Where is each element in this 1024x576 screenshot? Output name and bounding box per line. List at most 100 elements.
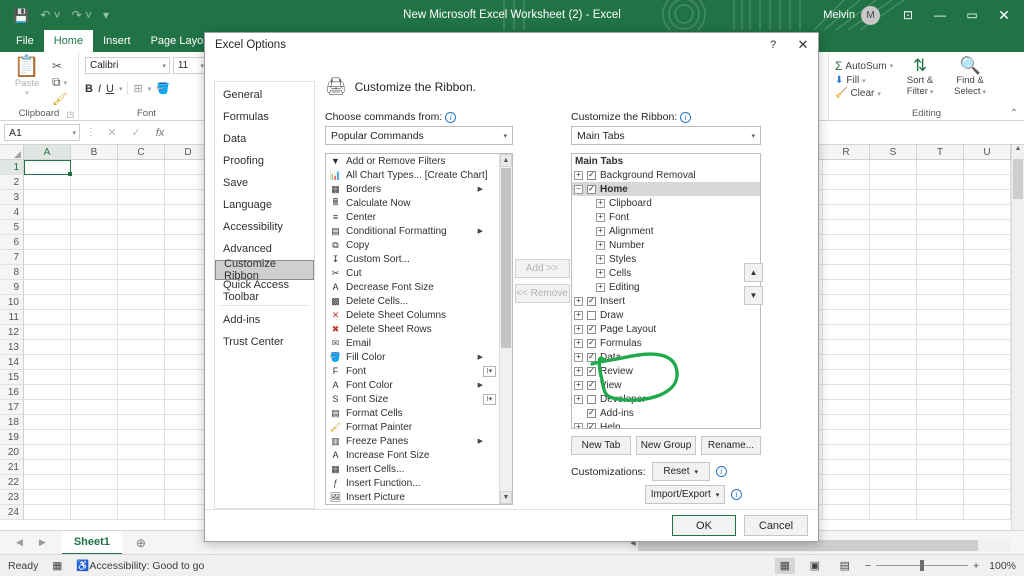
submenu-arrow-icon[interactable]: ▶ (478, 185, 483, 193)
font-name-combobox[interactable]: Calibri ▾ (85, 57, 170, 74)
grid-cell[interactable] (917, 175, 964, 190)
info-icon[interactable]: i (680, 112, 691, 123)
command-list-item[interactable]: ▩Delete Cells... (326, 294, 499, 308)
grid-cell[interactable] (71, 460, 118, 475)
previous-sheet-icon[interactable]: ◀ (16, 537, 23, 548)
grid-cell[interactable] (823, 385, 870, 400)
ribbon-tree-item-add-ins[interactable]: Add-ins (572, 406, 760, 420)
restore-icon[interactable]: ▭ (956, 0, 988, 30)
grid-cell[interactable] (964, 250, 1011, 265)
grid-cell[interactable] (917, 160, 964, 175)
row-header[interactable]: 20 (0, 445, 23, 460)
grid-cell[interactable] (870, 175, 917, 190)
expand-node-icon[interactable]: + (596, 269, 605, 278)
grid-cell[interactable] (823, 280, 870, 295)
grid-cell[interactable] (964, 475, 1011, 490)
grid-cell[interactable] (823, 445, 870, 460)
grid-cell[interactable] (917, 205, 964, 220)
grid-cell[interactable] (118, 340, 165, 355)
scroll-up-icon[interactable]: ▲ (1012, 145, 1024, 158)
format-painter-button[interactable]: 🖌 (52, 92, 67, 106)
row-header[interactable]: 5 (0, 220, 23, 235)
column-header-U[interactable]: U (964, 145, 1011, 159)
ribbon-tree-item-help[interactable]: +Help (572, 420, 760, 428)
grid-cell[interactable] (917, 220, 964, 235)
ribbon-display-options-icon[interactable]: ⊡ (892, 0, 924, 30)
grid-cell[interactable] (24, 460, 71, 475)
grid-cell[interactable] (24, 430, 71, 445)
copy-button[interactable]: ⧉▾ (52, 75, 67, 90)
grid-cell[interactable] (917, 325, 964, 340)
grid-cell[interactable] (118, 310, 165, 325)
ribbon-tree-item-home[interactable]: −Home (572, 182, 760, 196)
grid-cell[interactable] (823, 265, 870, 280)
expand-node-icon[interactable]: + (596, 283, 605, 292)
command-list-item[interactable]: 🖩Calculate Now (326, 196, 499, 210)
ribbon-tree-item-clipboard[interactable]: +Clipboard (572, 196, 760, 210)
new-tab-button[interactable]: New Tab (571, 436, 631, 455)
grid-cell[interactable] (964, 415, 1011, 430)
cancel-icon[interactable]: ✕ (102, 126, 122, 139)
grid-cell[interactable] (71, 340, 118, 355)
reset-button[interactable]: Reset▾ (652, 462, 710, 481)
grid-cell[interactable] (917, 505, 964, 520)
grid-cell[interactable] (71, 175, 118, 190)
command-list-item[interactable]: ≡Center (326, 210, 499, 224)
avatar[interactable]: M (861, 6, 880, 25)
tree-item-checkbox[interactable] (587, 381, 596, 390)
grid-cell[interactable] (917, 295, 964, 310)
ribbon-tree-item-styles[interactable]: +Styles (572, 252, 760, 266)
customize-ribbon-dropdown[interactable]: Main Tabs ▾ (571, 126, 761, 145)
grid-cell[interactable] (118, 160, 165, 175)
grid-cell[interactable] (118, 280, 165, 295)
grid-cell[interactable] (964, 430, 1011, 445)
row-header[interactable]: 22 (0, 475, 23, 490)
ribbon-tree-item-page-layout[interactable]: +Page Layout (572, 322, 760, 336)
grid-cell[interactable] (964, 370, 1011, 385)
expand-node-icon[interactable]: + (574, 171, 583, 180)
grid-cell[interactable] (71, 475, 118, 490)
split-button-icon[interactable]: I▾ (483, 394, 496, 405)
grid-cell[interactable] (71, 430, 118, 445)
collapse-node-icon[interactable]: − (574, 185, 583, 194)
grid-cell[interactable] (118, 190, 165, 205)
grid-cell[interactable] (870, 475, 917, 490)
page-break-view-icon[interactable]: ▤ (835, 558, 855, 574)
zoom-out-button[interactable]: − (865, 560, 871, 572)
options-nav-customize-ribbon[interactable]: Customize Ribbon (215, 260, 314, 280)
commands-scrollbar[interactable]: ▲ ▼ (499, 154, 512, 504)
command-list-item[interactable]: ✕Delete Sheet Columns (326, 308, 499, 322)
zoom-slider[interactable]: − + (865, 560, 979, 572)
undo-icon[interactable]: ↶ ˅ (40, 9, 60, 21)
grid-cell[interactable] (870, 295, 917, 310)
row-header[interactable]: 16 (0, 385, 23, 400)
command-list-item[interactable]: 🖼Insert Picture (326, 490, 499, 504)
chevron-down-icon[interactable]: ▾ (751, 132, 755, 140)
row-header[interactable]: 24 (0, 505, 23, 520)
import-export-button[interactable]: Import/Export▾ (645, 485, 725, 504)
expand-node-icon[interactable]: + (596, 241, 605, 250)
options-nav-trust-center[interactable]: Trust Center (215, 331, 314, 353)
chevron-down-icon[interactable]: ▾ (503, 132, 507, 140)
grid-cell[interactable] (118, 295, 165, 310)
grid-cell[interactable] (71, 205, 118, 220)
grid-cell[interactable] (917, 190, 964, 205)
grid-cell[interactable] (823, 190, 870, 205)
grid-cell[interactable] (24, 310, 71, 325)
tree-item-checkbox[interactable] (587, 339, 596, 348)
select-all-corner[interactable] (0, 145, 24, 159)
cancel-button[interactable]: Cancel (744, 515, 808, 536)
grid-cell[interactable] (823, 250, 870, 265)
cut-button[interactable]: ✂ (52, 59, 67, 73)
tree-item-checkbox[interactable] (587, 353, 596, 362)
remove-button[interactable]: << Remove (515, 284, 570, 303)
grid-cell[interactable] (823, 220, 870, 235)
grid-cell[interactable] (964, 505, 1011, 520)
grid-cell[interactable] (118, 220, 165, 235)
grid-cell[interactable] (71, 505, 118, 520)
grid-cell[interactable] (24, 445, 71, 460)
grid-cell[interactable] (964, 400, 1011, 415)
tree-item-checkbox[interactable] (587, 311, 596, 320)
grid-cell[interactable] (870, 370, 917, 385)
ribbon-tree-item-cells[interactable]: +Cells (572, 266, 760, 280)
